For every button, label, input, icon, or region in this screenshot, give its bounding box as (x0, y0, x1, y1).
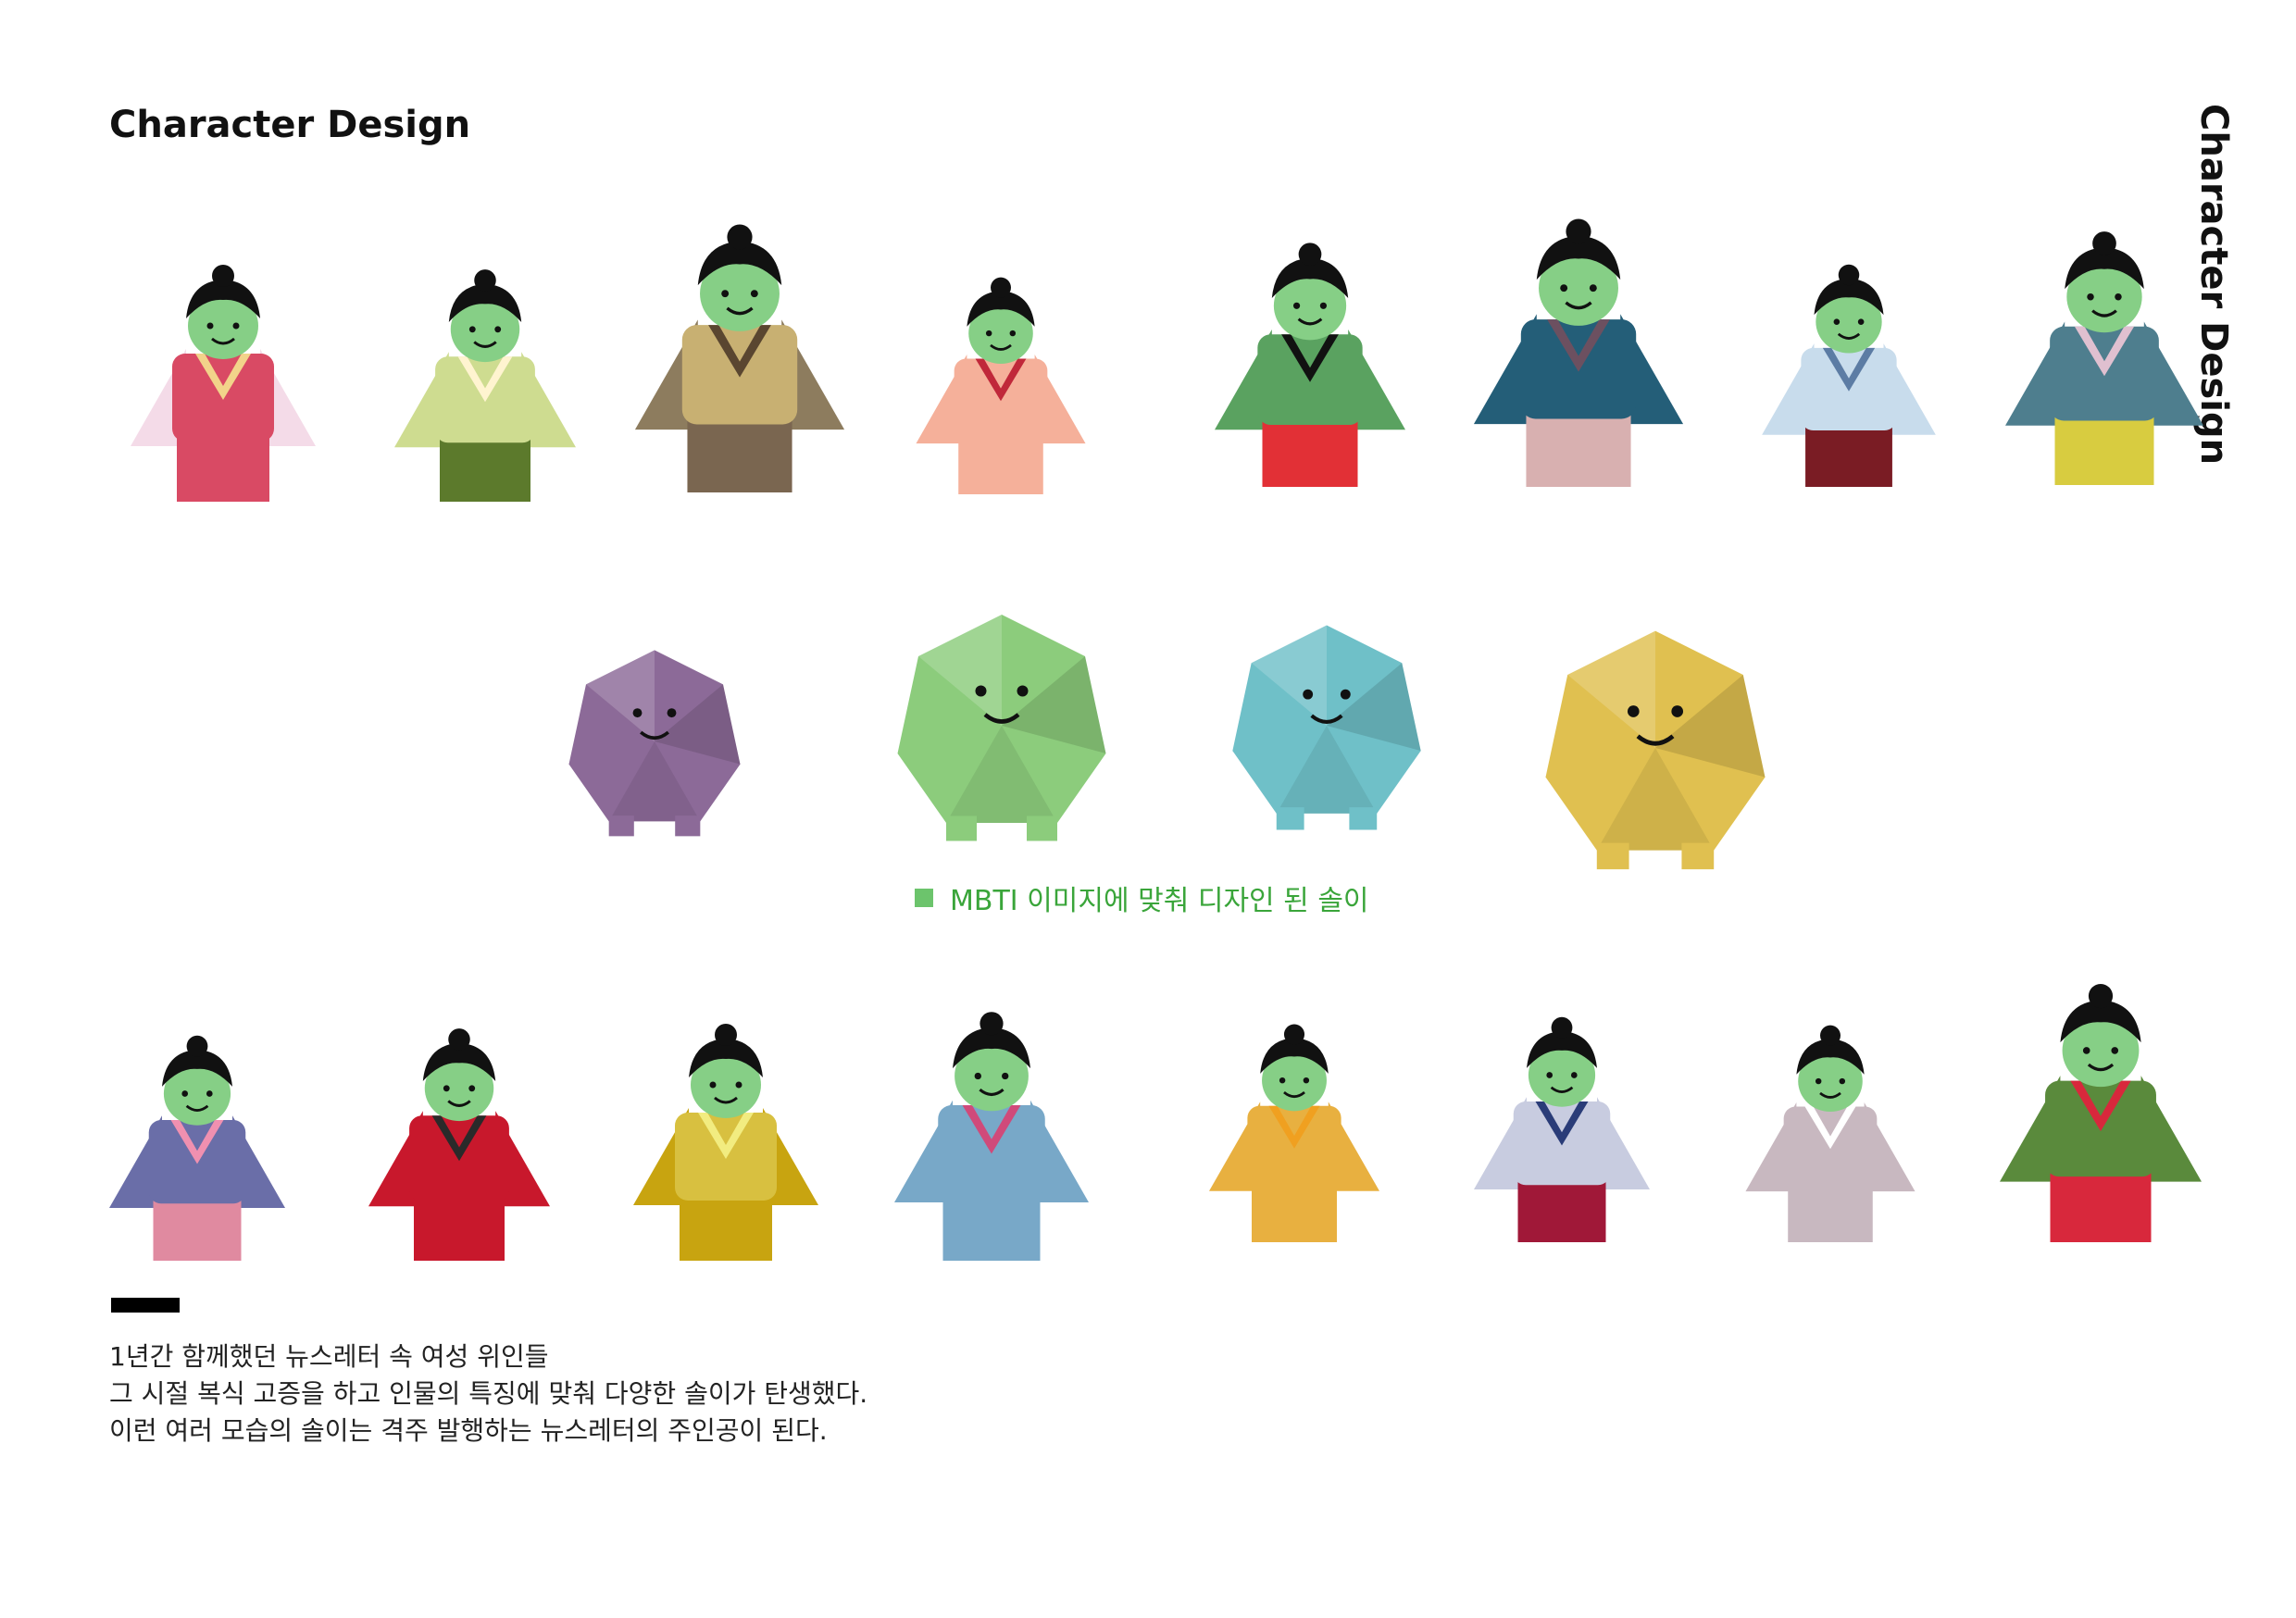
blue-shawl-character (894, 1003, 1089, 1261)
lime-hanbok-character (394, 230, 576, 502)
blue-cake-character (1194, 613, 1459, 839)
caption-square-icon (915, 889, 933, 907)
green-pinwheel-character (863, 592, 1141, 859)
purple-podium-character (520, 639, 789, 844)
mbti-caption: MBTI 이미지에 맞춰 디자인 된 솔이 (915, 877, 1369, 918)
amber-robe-character (1209, 1000, 1379, 1242)
description-line: 그 시절 복식 고증을 하고 인물의 특징에 맞춰 다양한 솔이가 탄생했다. (109, 1378, 868, 1409)
description-line: 이런 여러 모습의 솔이는 격주 발행하는 뉴스레터의 주인공이 된다. (109, 1415, 828, 1446)
brown-hair-lilac-character (109, 1018, 285, 1261)
page-title: Character Design (109, 104, 471, 146)
scholar-brush-character (1741, 261, 1957, 487)
green-jeogori-character (1215, 222, 1405, 487)
teal-cloak-character (1461, 215, 1696, 487)
navy-crimson-character (1474, 977, 1650, 1242)
royal-headdress-character (2005, 196, 2203, 485)
gold-maraca-character (1509, 613, 1802, 883)
pink-robe-character (109, 261, 337, 502)
caption-text: MBTI 이미지에 맞춰 디자인 된 솔이 (950, 885, 1369, 917)
tan-robe-character (626, 220, 854, 492)
bridal-green-character (2000, 974, 2202, 1242)
golden-crown-character (633, 970, 818, 1261)
grey-coat-character (1741, 1022, 1920, 1242)
section-divider-bar (111, 1298, 180, 1313)
description-block: 1년간 함께했던 뉴스레터 속 여성 위인들 그 시절 복식 고증을 하고 인물… (109, 1338, 867, 1450)
peach-kimono-character (904, 274, 1098, 494)
description-line: 1년간 함께했던 뉴스레터 속 여성 위인들 (109, 1341, 549, 1372)
crowned-red-robe-character (368, 963, 550, 1261)
